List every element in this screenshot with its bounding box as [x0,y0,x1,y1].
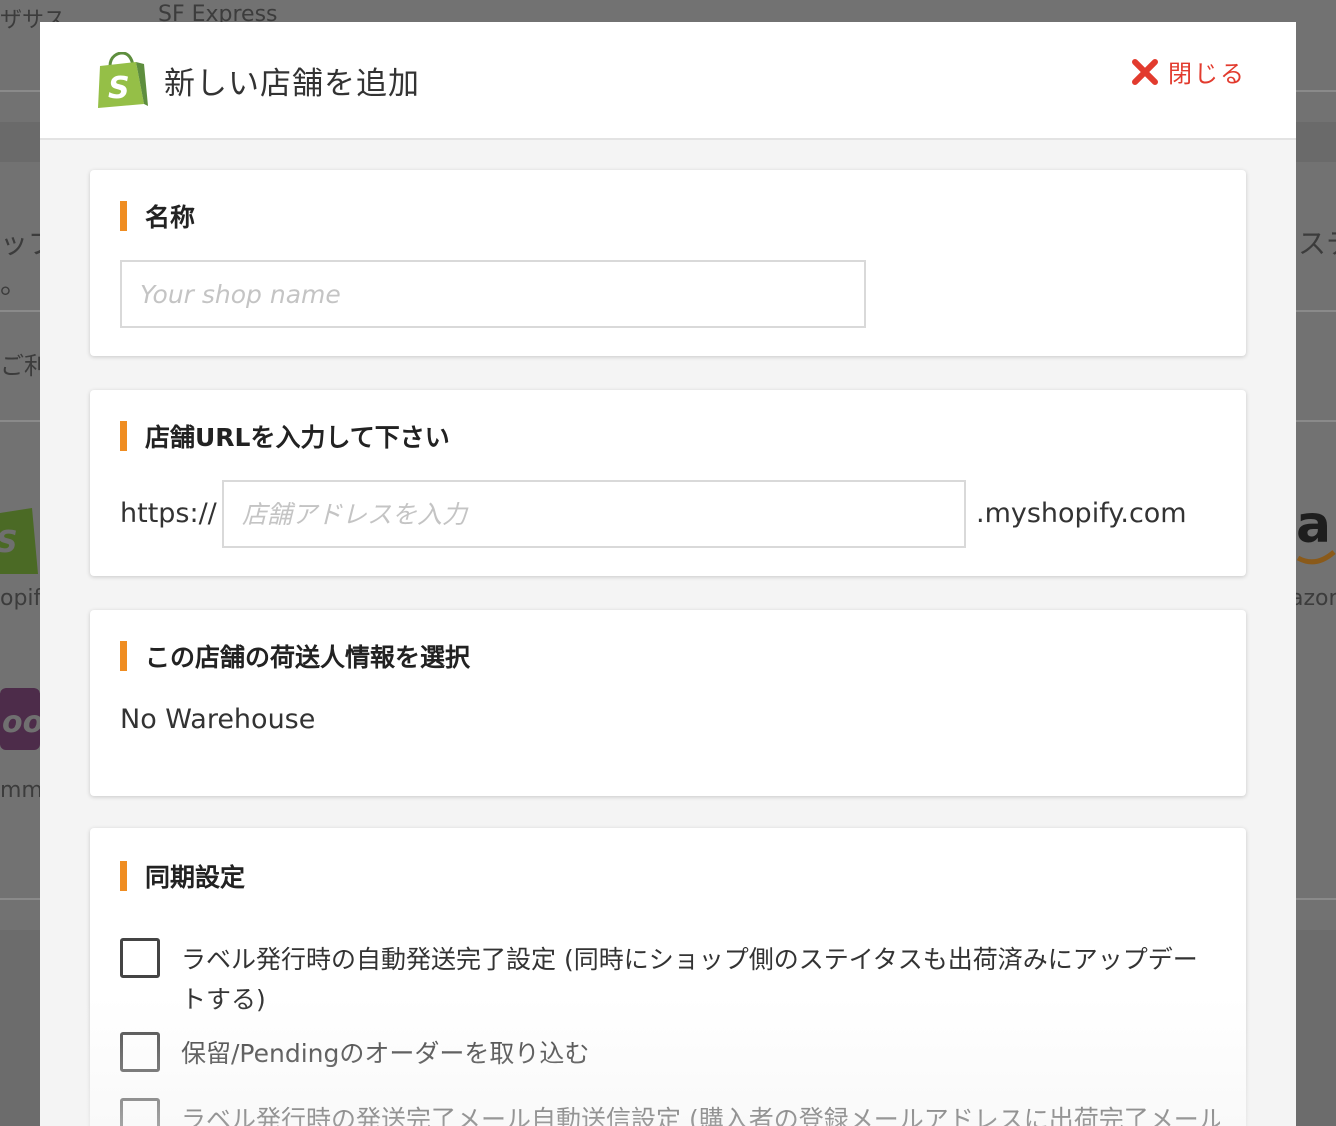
bg-fragment: ステ [1298,227,1336,260]
sync-option-email-notify: ラベル発行時の発送完了メール自動送信設定 (購入者の登録メールアドレスに出荷完了… [120,1098,1220,1126]
section-title-text: この店舗の荷送人情報を選択 [145,643,471,672]
pending-orders-checkbox[interactable] [120,1032,160,1072]
section-title: この店舗の荷送人情報を選択 [120,638,470,674]
add-store-modal: S 新しい店舗を追加 閉じる 名称 店舗URLを入力して下さい https:// [40,22,1296,1126]
checkbox-label: ラベル発行時の自動発送完了設定 (同時にショップ側のステイタスも出荷済みにアップ… [181,945,1198,1014]
close-label: 閉じる [1168,60,1246,88]
svg-text:oo: oo [2,705,40,740]
url-prefix: https:// [120,498,217,529]
bg-fragment: azon [1290,586,1336,611]
auto-fulfill-checkbox[interactable] [120,938,160,978]
modal-body: 名称 店舗URLを入力して下さい https:// .myshopify.com… [40,140,1296,1126]
checkbox-label: 保留/Pendingのオーダーを取り込む [181,1039,590,1068]
section-title: 名称 [120,198,195,234]
url-section: 店舗URLを入力して下さい https:// .myshopify.com [90,390,1246,576]
accent-bar [120,421,127,451]
name-section: 名称 [90,170,1246,356]
sync-option-auto-fulfill: ラベル発行時の自動発送完了設定 (同時にショップ側のステイタスも出荷済みにアップ… [120,938,1220,1022]
store-address-input[interactable] [222,480,966,548]
svg-text:S: S [0,525,18,560]
url-suffix: .myshopify.com [976,498,1187,529]
section-title-text: 同期設定 [145,863,246,892]
svg-text:a: a [1296,495,1331,555]
accent-bar [120,861,127,891]
section-title: 同期設定 [120,858,245,894]
sync-settings-section: 同期設定 ラベル発行時の自動発送完了設定 (同時にショップ側のステイタスも出荷済… [90,828,1246,1126]
bg-shopify-logo: S [0,508,38,574]
bg-amazon-logo: a [1296,495,1336,565]
sender-section: この店舗の荷送人情報を選択 No Warehouse [90,610,1246,796]
modal-title: 新しい店舗を追加 [164,66,420,102]
accent-bar [120,201,127,231]
modal-header: S 新しい店舗を追加 閉じる [40,22,1296,140]
section-title-text: 名称 [145,203,196,232]
warehouse-select-value[interactable]: No Warehouse [120,704,315,735]
sync-option-pending-orders: 保留/Pendingのオーダーを取り込む [120,1032,1220,1076]
bg-fragment: mm [0,778,43,803]
bg-fragment: 。 [0,267,29,300]
accent-bar [120,641,127,671]
svg-text:S: S [108,71,130,106]
shopify-bag-icon: S [98,52,148,108]
shop-name-input[interactable] [120,260,866,328]
bg-woocommerce-logo: oo [0,688,40,750]
close-button[interactable]: 閉じる [1132,54,1246,89]
section-title-text: 店舗URLを入力して下さい [145,423,450,452]
close-x-icon [1132,58,1158,85]
checkbox-label: ラベル発行時の発送完了メール自動送信設定 (購入者の登録メールアドレスに出荷完了… [181,1105,1220,1126]
section-title: 店舗URLを入力して下さい [120,418,450,454]
email-notify-checkbox[interactable] [120,1098,160,1126]
